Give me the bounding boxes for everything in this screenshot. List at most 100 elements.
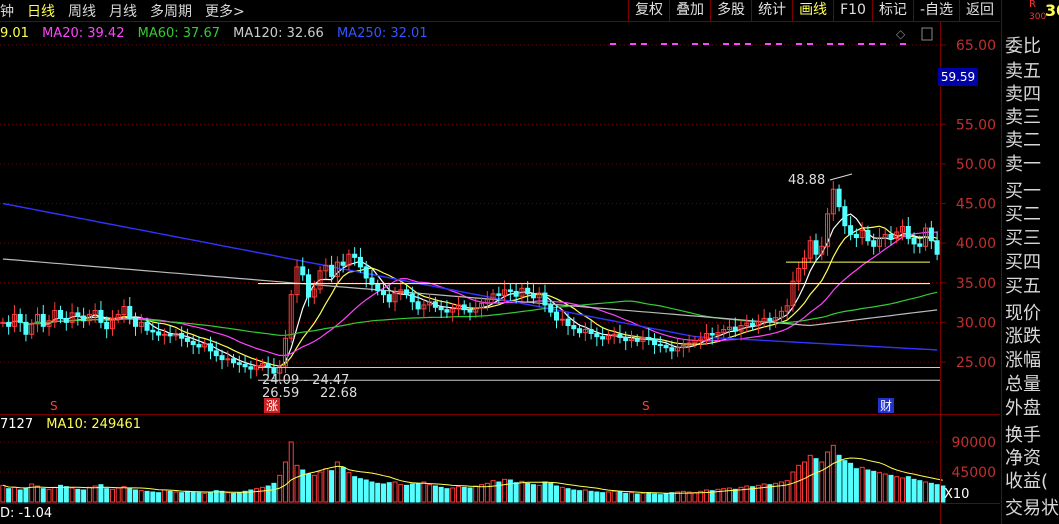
side-item-outer[interactable]: 外盘: [1005, 394, 1041, 420]
volume-bar: [202, 492, 208, 503]
remove-watchlist-button[interactable]: -自选: [912, 0, 959, 21]
side-item-change[interactable]: 涨跌: [1005, 322, 1041, 348]
candle-body: [75, 312, 81, 317]
candle-body: [179, 332, 185, 339]
price-tick-label: 65.00: [956, 38, 996, 54]
side-item-bid4[interactable]: 买四: [1005, 248, 1041, 274]
candle-body: [0, 321, 6, 324]
side-item-volume[interactable]: 总量: [1005, 370, 1041, 396]
volume-bar: [409, 483, 415, 503]
order-book-panel: R 300 30 委比 卖五 卖四 卖三 卖二 卖一 买一 买二 买三 买四 买…: [1001, 0, 1059, 524]
volume-bar: [513, 482, 519, 503]
volume-bar: [329, 470, 335, 503]
volume-bar: [386, 482, 392, 503]
candle-body: [40, 313, 46, 327]
candle-body: [917, 243, 923, 247]
candle-body: [467, 309, 473, 313]
multi-stock-button[interactable]: 多股: [710, 0, 751, 21]
side-item-trade-status[interactable]: 交易状: [1005, 494, 1059, 520]
tab-monthly[interactable]: 月线: [109, 1, 137, 21]
volume-bar: [536, 484, 542, 503]
candle-body: [496, 293, 502, 296]
volume-bar: [317, 471, 323, 503]
candle-body: [438, 306, 444, 311]
ma250-legend: MA250: 32.01: [336, 26, 428, 41]
f10-button[interactable]: F10: [833, 0, 872, 21]
volume-tick-label: 90000: [951, 435, 996, 451]
volume-bar: [825, 451, 831, 503]
mark-button[interactable]: 标记: [871, 0, 913, 21]
tab-minute[interactable]: 分钟: [0, 1, 14, 21]
volume-bar: [213, 490, 219, 503]
side-item-change-pct[interactable]: 涨幅: [1005, 346, 1041, 372]
candle-body: [600, 336, 606, 340]
candle-body: [144, 321, 150, 331]
statistics-button[interactable]: 统计: [751, 0, 792, 21]
tab-daily[interactable]: 日线: [27, 1, 55, 21]
volume-bar: [415, 482, 421, 503]
candle-body: [646, 336, 652, 340]
candle-body: [530, 293, 536, 299]
volume-bar: [81, 489, 87, 503]
candle-body: [63, 317, 69, 323]
side-item-bid2[interactable]: 买二: [1005, 200, 1041, 226]
volume-bar: [340, 466, 346, 503]
axis-separator: [940, 22, 941, 524]
side-item-bid3[interactable]: 买三: [1005, 224, 1041, 250]
volume-bar: [836, 454, 842, 503]
volume-value: 7127: [0, 417, 34, 432]
low-b-annotation: 22.68: [320, 386, 357, 401]
price-tick-label: 40.00: [956, 236, 996, 252]
signal-dash: [827, 43, 833, 45]
candle-body: [559, 318, 565, 321]
candle-body: [663, 344, 669, 349]
candle-body: [911, 237, 917, 245]
candle-body: [634, 338, 640, 342]
diamond-icon: ◇: [896, 27, 906, 41]
tab-more[interactable]: 更多>: [205, 1, 245, 21]
volume-bar: [519, 480, 525, 503]
volume-bar: [109, 488, 115, 503]
period-tabs: 分钟 日线 周线 月线 多周期 更多>: [0, 0, 258, 21]
candle-body: [380, 290, 387, 296]
volume-bar: [306, 473, 312, 503]
overlay-button[interactable]: 叠加: [669, 0, 710, 21]
volume-bar: [392, 481, 398, 503]
signal-dash: [734, 43, 740, 45]
volume-bar: [196, 492, 202, 503]
volume-bar: [819, 461, 825, 503]
candle-body: [219, 355, 225, 361]
volume-bar: [346, 472, 352, 503]
candle-body: [167, 333, 173, 337]
side-item-bid-ratio[interactable]: 委比: [1005, 32, 1041, 58]
signal-dash: [692, 43, 698, 45]
volume-bar: [617, 491, 623, 503]
volume-bar: [548, 482, 554, 503]
tab-weekly[interactable]: 周线: [68, 1, 96, 21]
side-item-bid5[interactable]: 买五: [1005, 272, 1041, 298]
volume-bar: [790, 471, 796, 503]
volume-bar: [52, 486, 58, 503]
toolbar-buttons: 复权 叠加 多股 统计 画线 F10 标记 -自选 返回: [628, 0, 1000, 21]
candle-body: [813, 240, 819, 255]
adjust-button[interactable]: 复权: [628, 0, 669, 21]
volume-bar: [179, 492, 185, 503]
signal-dash: [776, 43, 782, 45]
side-item-ask1[interactable]: 卖一: [1005, 150, 1041, 176]
side-item-earnings[interactable]: 收益(: [1005, 467, 1048, 493]
back-button[interactable]: 返回: [959, 0, 1000, 21]
side-item-ask2[interactable]: 卖二: [1005, 126, 1041, 152]
tab-multi-period[interactable]: 多周期: [150, 1, 192, 21]
candle-body: [81, 315, 87, 322]
volume-bar: [634, 493, 640, 503]
candle-body: [236, 362, 242, 365]
draw-line-button[interactable]: 画线: [792, 0, 833, 21]
candle-body: [871, 240, 877, 247]
volume-bar: [63, 486, 69, 503]
candle-body: [58, 309, 64, 319]
volume-bar: [455, 486, 461, 503]
candle-body: [190, 340, 196, 346]
candle-body: [225, 358, 231, 361]
kline-chart[interactable]: 65.00 55.00 50.00 45.00 40.00 35.00 30.00 25.00…: [0, 22, 1000, 524]
volume-bar: [871, 470, 877, 503]
